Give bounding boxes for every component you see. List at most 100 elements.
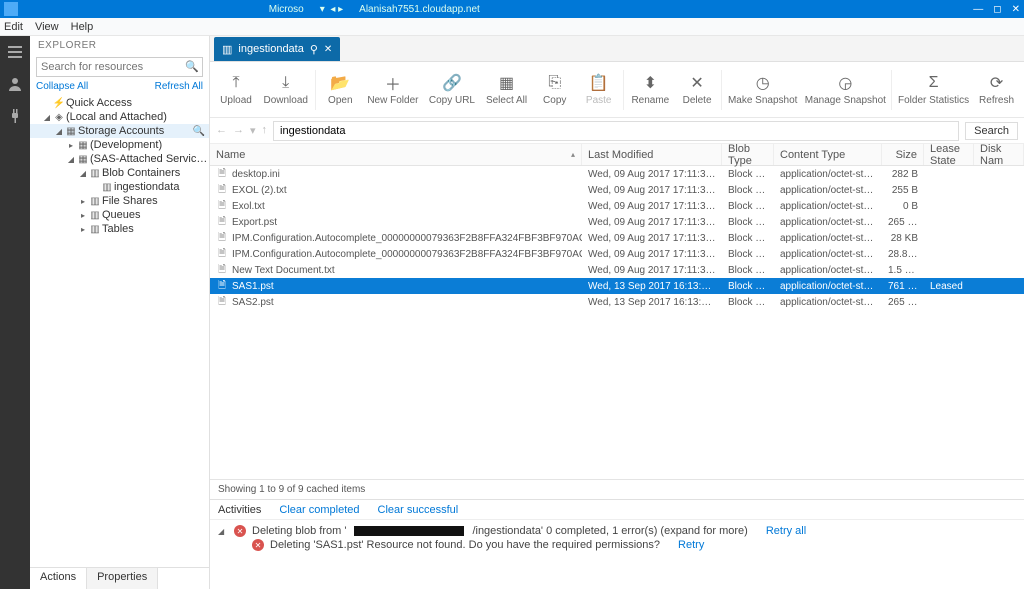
pin-icon[interactable]: ⚲ bbox=[310, 43, 318, 56]
delete-button[interactable]: ✕Delete bbox=[675, 65, 719, 115]
file-content-type: application/octet-stream bbox=[774, 281, 882, 292]
tree-search-icon[interactable]: 🔍 bbox=[193, 126, 205, 137]
tree-quick-access[interactable]: ⚡Quick Access bbox=[30, 96, 209, 110]
toolbar-separator bbox=[721, 70, 722, 110]
file-grid: Name▴ Last Modified Blob Type Content Ty… bbox=[210, 144, 1024, 479]
folder-stats-button[interactable]: ΣFolder Statistics bbox=[894, 65, 973, 115]
file-blob-type: Block Blob bbox=[722, 217, 774, 228]
search-icon[interactable]: 🔍 bbox=[185, 60, 199, 73]
select-all-button[interactable]: ▦Select All bbox=[480, 65, 532, 115]
activity-sub-row[interactable]: ✕ Deleting 'SAS1.pst' Resource not found… bbox=[218, 538, 1016, 552]
table-row[interactable]: 🗎EXOL (2).txtWed, 09 Aug 2017 17:11:35 G… bbox=[210, 182, 1024, 198]
manage-snapshot-button[interactable]: ◶Manage Snapshot bbox=[801, 65, 889, 115]
table-row[interactable]: 🗎IPM.Configuration.Autocomplete_00000000… bbox=[210, 246, 1024, 262]
plug-icon[interactable] bbox=[7, 108, 23, 124]
file-content-type: application/octet-stream bbox=[774, 169, 882, 180]
doctab-ingestiondata[interactable]: ▥ ingestiondata ⚲ ✕ bbox=[214, 37, 340, 61]
paste-button[interactable]: 📋Paste bbox=[577, 65, 621, 115]
tab-actions[interactable]: Actions bbox=[30, 568, 87, 589]
file-content-type: application/octet-stream bbox=[774, 249, 882, 260]
grid-header: Name▴ Last Modified Blob Type Content Ty… bbox=[210, 144, 1024, 166]
column-lease-state[interactable]: Lease State bbox=[924, 144, 974, 165]
error-icon: ✕ bbox=[252, 539, 264, 551]
file-content-type: application/octet-stream bbox=[774, 201, 882, 212]
search-input[interactable] bbox=[36, 57, 203, 77]
download-button[interactable]: ⤓Download bbox=[258, 65, 313, 115]
file-blob-type: Block Blob bbox=[722, 201, 774, 212]
file-name: SAS1.pst bbox=[232, 281, 274, 292]
column-last-modified[interactable]: Last Modified bbox=[582, 144, 722, 165]
file-lease: Leased bbox=[924, 281, 974, 292]
table-row[interactable]: 🗎Export.pstWed, 09 Aug 2017 17:11:35 GMT… bbox=[210, 214, 1024, 230]
clear-successful-link[interactable]: Clear successful bbox=[378, 504, 459, 516]
file-size: 1.5 KB bbox=[882, 265, 924, 276]
activity-row[interactable]: ◢ ✕ Deleting blob from ' /ingestiondata'… bbox=[218, 524, 1016, 538]
file-name: desktop.ini bbox=[232, 169, 280, 180]
file-size: 265 KB bbox=[882, 297, 924, 308]
tree-ingestiondata[interactable]: ▥ingestiondata bbox=[30, 180, 209, 194]
table-row[interactable]: 🗎IPM.Configuration.Autocomplete_00000000… bbox=[210, 230, 1024, 246]
table-row[interactable]: 🗎desktop.iniWed, 09 Aug 2017 17:11:35 GM… bbox=[210, 166, 1024, 182]
open-button[interactable]: 📂Open bbox=[318, 65, 362, 115]
retry-all-link[interactable]: Retry all bbox=[766, 525, 806, 537]
tree-blob-containers[interactable]: ◢▥Blob Containers bbox=[30, 166, 209, 180]
activity-sub-msg: Deleting 'SAS1.pst' Resource not found. … bbox=[270, 539, 660, 551]
expand-icon[interactable]: ◢ bbox=[218, 527, 228, 536]
nav-back-icon[interactable]: ← bbox=[216, 124, 227, 137]
activity-msg-pre: Deleting blob from ' bbox=[252, 525, 346, 537]
menu-help[interactable]: Help bbox=[71, 21, 94, 33]
open-icon: 📂 bbox=[330, 73, 350, 93]
search-button[interactable]: Search bbox=[965, 122, 1018, 140]
file-icon: 🗎 bbox=[216, 280, 228, 292]
tree-file-shares[interactable]: ▸▥File Shares bbox=[30, 194, 209, 208]
menu-view[interactable]: View bbox=[35, 21, 59, 33]
tree-development[interactable]: ▸▦(Development) bbox=[30, 138, 209, 152]
nav-up-icon[interactable]: ↑ bbox=[262, 124, 268, 137]
tab-properties[interactable]: Properties bbox=[87, 568, 158, 589]
column-name[interactable]: Name▴ bbox=[210, 144, 582, 165]
column-size[interactable]: Size bbox=[882, 144, 924, 165]
explorer-title: EXPLORER bbox=[30, 36, 209, 55]
account-icon[interactable] bbox=[7, 76, 23, 92]
rename-button[interactable]: ⬍Rename bbox=[626, 65, 675, 115]
close-tab-icon[interactable]: ✕ bbox=[324, 44, 332, 55]
maximize-button[interactable]: ◻ bbox=[993, 4, 1001, 15]
column-blob-type[interactable]: Blob Type bbox=[722, 144, 774, 165]
file-modified: Wed, 09 Aug 2017 17:11:35 GMT bbox=[582, 185, 722, 196]
tree-storage-accounts[interactable]: ◢▦Storage Accounts🔍 bbox=[30, 124, 209, 138]
refresh-button[interactable]: ⟳Refresh bbox=[973, 65, 1020, 115]
copy-url-button[interactable]: 🔗Copy URL bbox=[424, 65, 481, 115]
table-row[interactable]: 🗎Exol.txtWed, 09 Aug 2017 17:11:35 GMTBl… bbox=[210, 198, 1024, 214]
file-size: 28 KB bbox=[882, 233, 924, 244]
collapse-all-link[interactable]: Collapse All bbox=[36, 81, 88, 92]
table-row[interactable]: 🗎SAS1.pstWed, 13 Sep 2017 16:13:41 GMTBl… bbox=[210, 278, 1024, 294]
upload-icon: ⤒ bbox=[232, 73, 239, 93]
minimize-button[interactable]: — bbox=[973, 4, 983, 15]
file-icon: 🗎 bbox=[216, 184, 228, 196]
column-content-type[interactable]: Content Type bbox=[774, 144, 882, 165]
table-row[interactable]: 🗎New Text Document.txtWed, 09 Aug 2017 1… bbox=[210, 262, 1024, 278]
nav-more-icon[interactable]: ▾ bbox=[250, 124, 256, 137]
tree-local-attached[interactable]: ◢◈(Local and Attached) bbox=[30, 110, 209, 124]
explorer-icon[interactable] bbox=[7, 44, 23, 60]
breadcrumb-input[interactable] bbox=[273, 121, 959, 141]
nav-forward-icon[interactable]: → bbox=[233, 124, 244, 137]
copy-button[interactable]: ⎘Copy bbox=[533, 65, 577, 115]
upload-button[interactable]: ⤒Upload bbox=[214, 65, 258, 115]
new-folder-button[interactable]: ＋New Folder bbox=[362, 65, 423, 115]
menu-edit[interactable]: Edit bbox=[4, 21, 23, 33]
tree-queues[interactable]: ▸▥Queues bbox=[30, 208, 209, 222]
file-content-type: application/octet-stream bbox=[774, 185, 882, 196]
container-icon: ▥ bbox=[222, 43, 232, 56]
table-row[interactable]: 🗎SAS2.pstWed, 13 Sep 2017 16:13:41 GMTBl… bbox=[210, 294, 1024, 310]
file-content-type: application/octet-stream bbox=[774, 233, 882, 244]
column-disk-name[interactable]: Disk Nam bbox=[974, 144, 1024, 165]
make-snapshot-button[interactable]: ◷Make Snapshot bbox=[724, 65, 801, 115]
close-button[interactable]: ✕ bbox=[1012, 4, 1020, 15]
tree-tables[interactable]: ▸▥Tables bbox=[30, 222, 209, 236]
clear-completed-link[interactable]: Clear completed bbox=[279, 504, 359, 516]
file-modified: Wed, 09 Aug 2017 17:11:35 GMT bbox=[582, 233, 722, 244]
tree-sas-services[interactable]: ◢▦(SAS-Attached Services) bbox=[30, 152, 209, 166]
refresh-all-link[interactable]: Refresh All bbox=[155, 81, 203, 92]
retry-link[interactable]: Retry bbox=[678, 539, 704, 551]
